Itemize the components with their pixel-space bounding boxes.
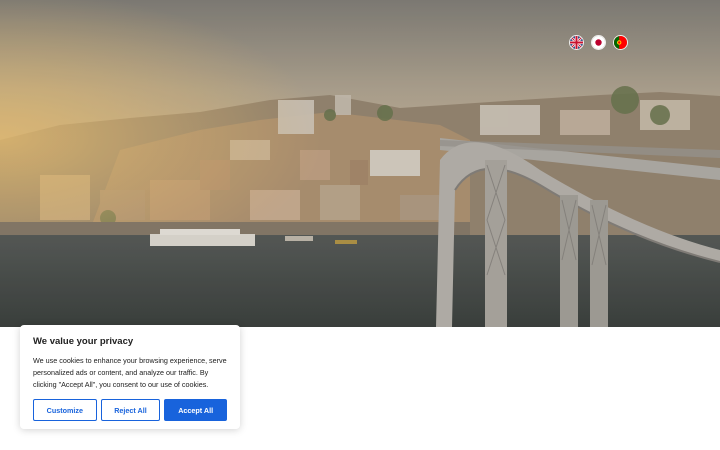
- cookie-consent-banner: We value your privacy We use cookies to …: [20, 325, 240, 429]
- cookie-description: We use cookies to enhance your browsing …: [33, 356, 227, 389]
- japan-flag-icon[interactable]: [592, 36, 605, 49]
- language-switcher: [570, 36, 627, 49]
- portugal-flag-icon[interactable]: [614, 36, 627, 49]
- hero-image: [0, 0, 720, 327]
- reject-all-button[interactable]: Reject All: [100, 399, 161, 421]
- cookie-actions: Customize Reject All Accept All: [33, 399, 227, 421]
- customize-button[interactable]: Customize: [33, 399, 97, 421]
- cookie-title: We value your privacy: [33, 336, 134, 347]
- uk-flag-icon[interactable]: [570, 36, 583, 49]
- accept-all-button[interactable]: Accept All: [164, 399, 227, 421]
